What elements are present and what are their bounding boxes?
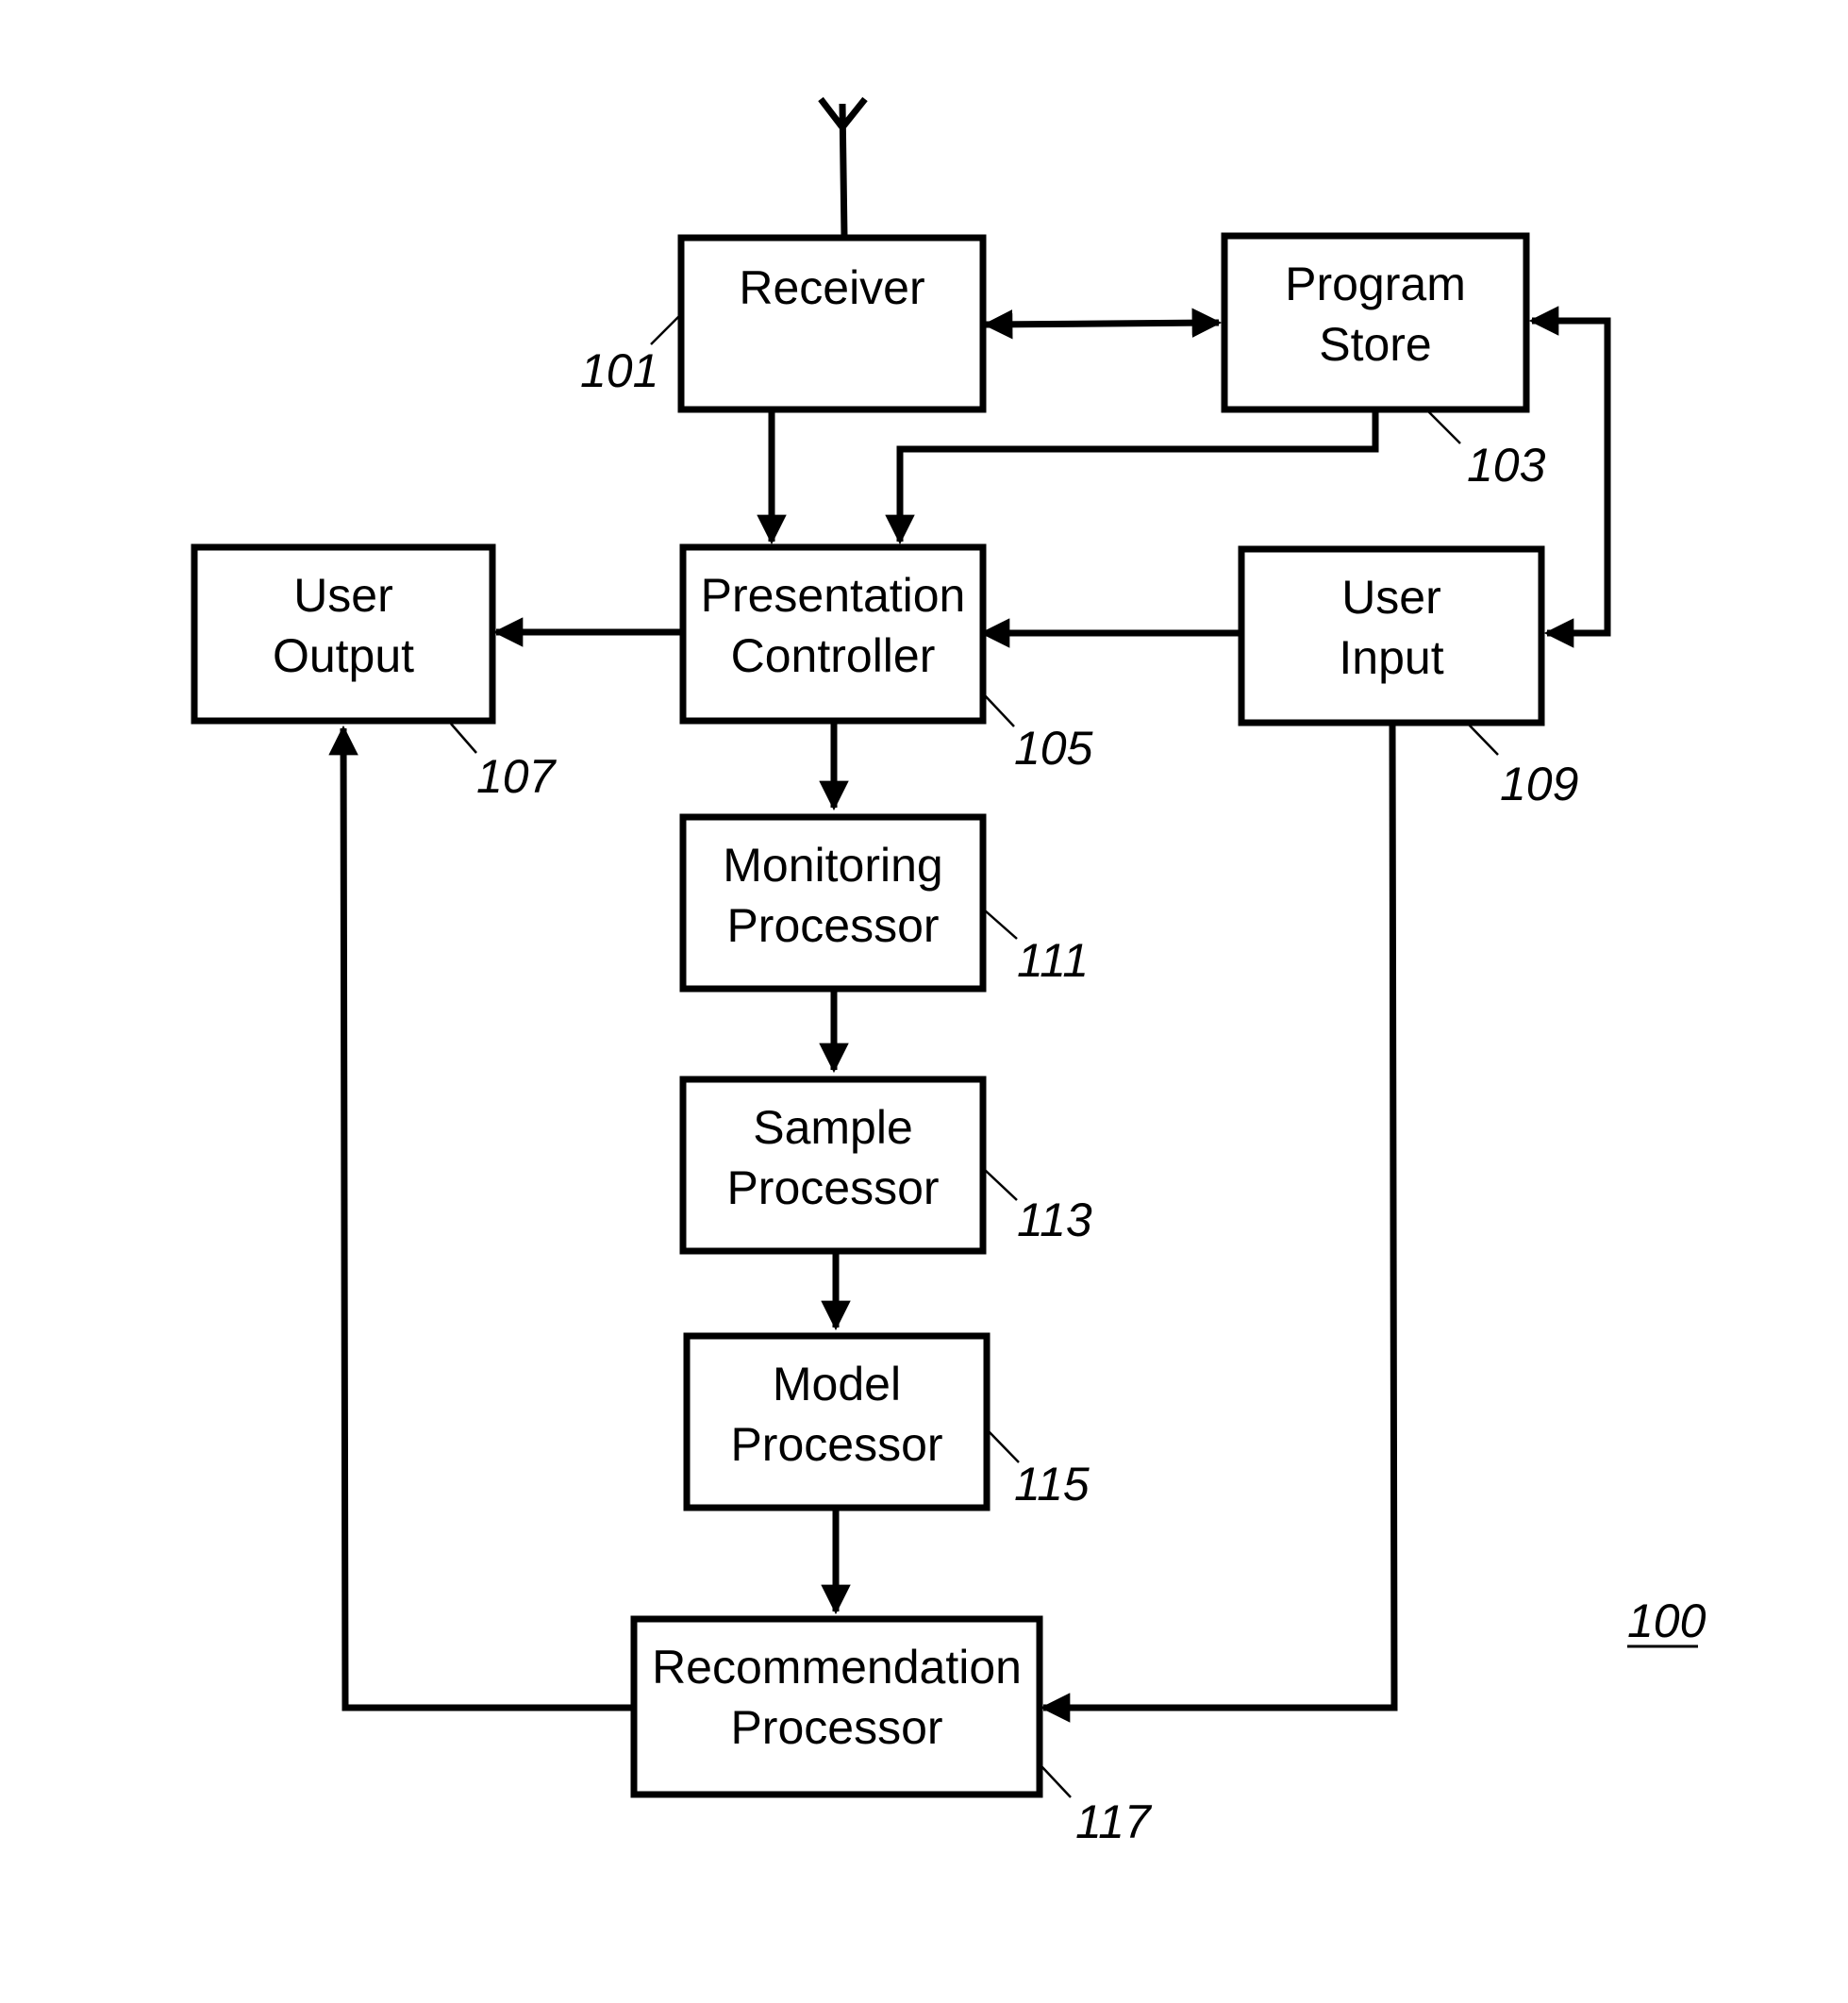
block-user-input: User Input 109 (1238, 545, 1578, 810)
antenna-icon (818, 96, 868, 237)
ref-numeral: 113 (1017, 1193, 1092, 1246)
block-receiver: Receiver 101 (580, 234, 987, 413)
figure-ref: 100 (1627, 1594, 1706, 1647)
block-model-processor: Model Processor 115 (683, 1332, 1090, 1511)
block-label: Processor (730, 1701, 942, 1754)
ref-numeral: 111 (1017, 934, 1089, 987)
block-label: Store (1319, 318, 1432, 371)
block-label: Controller (731, 629, 936, 682)
block-monitoring-processor: Monitoring Processor 111 (679, 813, 1089, 993)
block-label: User (293, 569, 393, 622)
programstore-presentation-arrow (885, 411, 1379, 545)
block-label: Sample (753, 1101, 913, 1154)
block-user-output: User Output 107 (191, 543, 558, 803)
ref-numeral: 105 (1014, 722, 1093, 775)
ref-numeral: 107 (476, 750, 558, 803)
ref-numeral: 115 (1014, 1458, 1090, 1511)
block-diagram: Receiver 101 Program Store 103 Presentation Co… (191, 96, 1706, 1848)
block-label: Output (273, 629, 414, 682)
block-presentation-controller: Presentation Controller 105 (679, 543, 1093, 775)
ref-numeral: 101 (580, 344, 658, 397)
ref-numeral: 109 (1500, 758, 1578, 810)
block-program-store: Program Store 103 (1221, 232, 1546, 492)
block-label: User (1341, 571, 1441, 624)
block-label: Program (1285, 258, 1466, 310)
ref-numeral: 117 (1075, 1795, 1153, 1848)
block-label: Monitoring (723, 839, 942, 892)
receiver-programstore-arrow (982, 308, 1223, 340)
block-label: Receiver (739, 261, 924, 314)
block-label: Processor (730, 1418, 942, 1471)
block-label: Input (1339, 631, 1443, 684)
block-label: Model (773, 1358, 901, 1410)
block-sample-processor: Sample Processor 113 (679, 1076, 1092, 1255)
block-label: Presentation (701, 569, 966, 622)
block-label: Processor (726, 1161, 939, 1214)
block-label: Recommendation (652, 1641, 1022, 1694)
ref-numeral: 103 (1467, 439, 1546, 492)
block-recommendation-processor: Recommendation Processor 117 (630, 1615, 1153, 1848)
recommendation-useroutput-arrow (328, 725, 634, 1711)
block-label: Processor (726, 899, 939, 952)
userinput-recommendation-arrow (1040, 723, 1398, 1723)
